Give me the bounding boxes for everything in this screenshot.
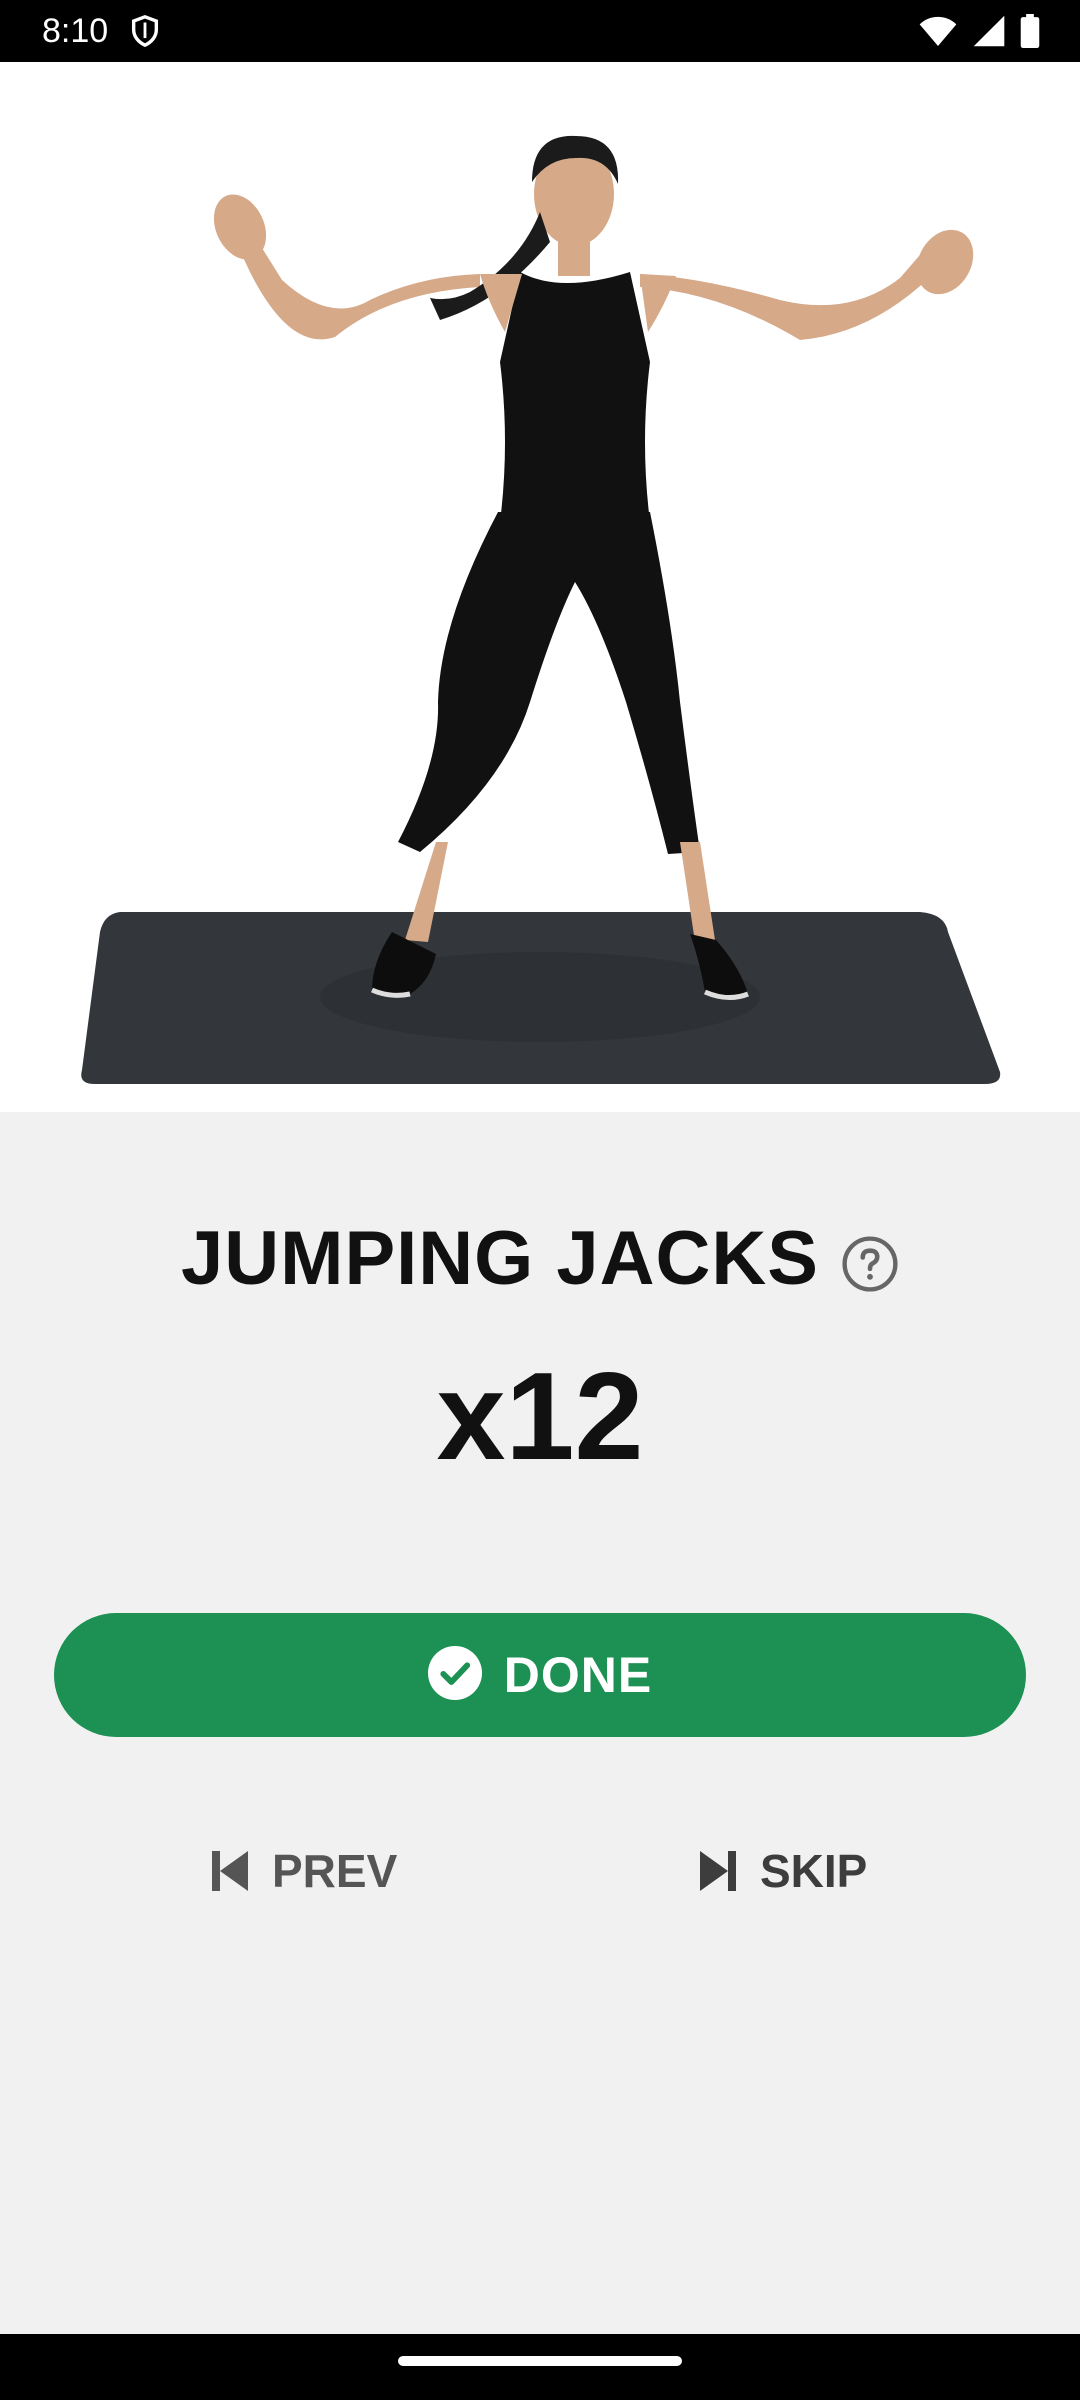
done-label: DONE (503, 1647, 653, 1703)
prev-button[interactable]: PREV (210, 1826, 397, 1916)
exercise-figure-icon (0, 62, 1080, 1112)
signal-icon (973, 15, 1005, 47)
home-gesture-handle[interactable] (398, 2356, 682, 2366)
check-circle-icon (427, 1646, 482, 1700)
status-time: 8:10 (42, 12, 109, 50)
exercise-animation (0, 62, 1080, 1112)
prev-label: PREV (272, 1845, 398, 1897)
skip-next-icon (700, 1851, 736, 1891)
skip-label: SKIP (760, 1845, 868, 1897)
status-icons (918, 14, 1040, 48)
shield-icon (131, 15, 159, 48)
exercise-title: JUMPING JACKS (181, 1215, 819, 1301)
battery-icon (1020, 14, 1040, 48)
reps-count: x12 (436, 1348, 644, 1486)
help-circle-icon[interactable] (841, 1235, 899, 1293)
title-row: JUMPING JACKS (0, 1210, 1080, 1306)
system-nav-bar (0, 2334, 1080, 2400)
wifi-icon (919, 16, 957, 46)
exercise-panel: JUMPING JACKS x12 DONE PREV SKIP (0, 1112, 1080, 2334)
skip-previous-icon (212, 1851, 248, 1891)
status-bar: 8:10 (0, 0, 1080, 62)
done-button[interactable]: DONE (54, 1613, 1026, 1737)
skip-button[interactable]: SKIP (698, 1826, 867, 1916)
